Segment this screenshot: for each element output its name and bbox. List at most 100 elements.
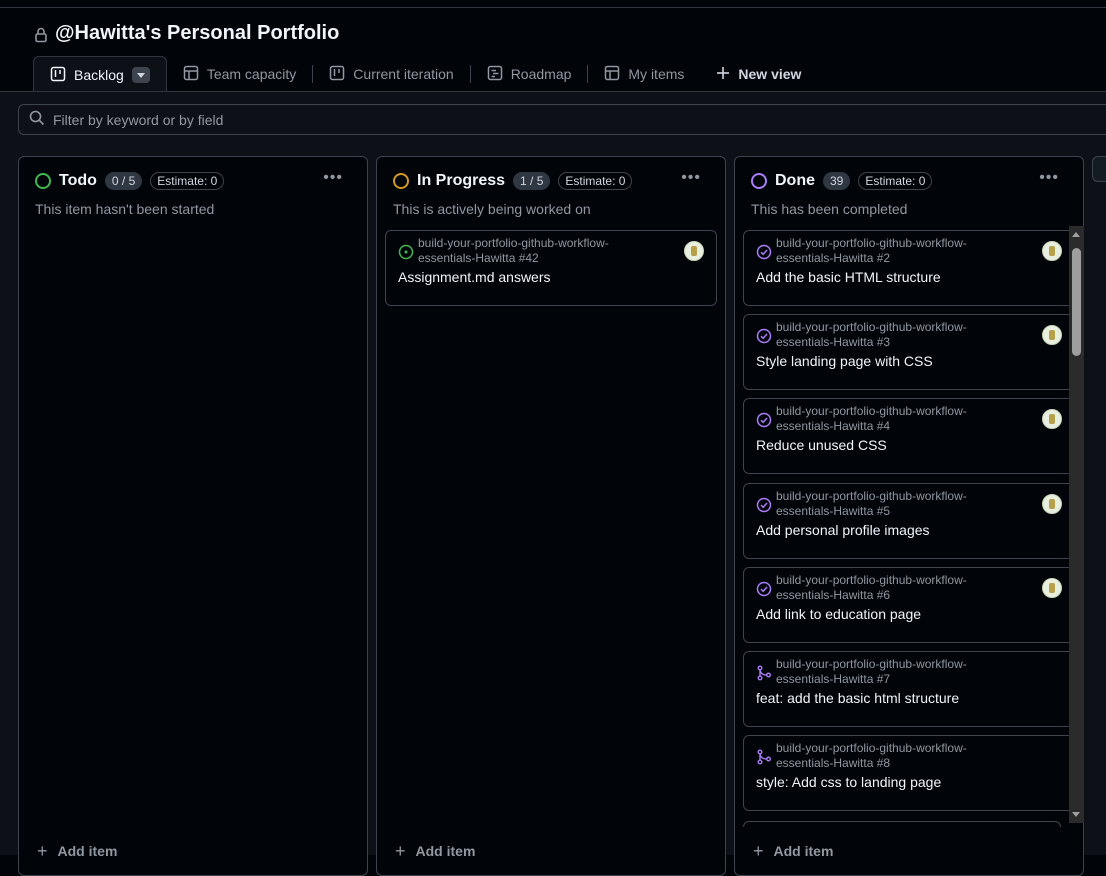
column-todo: Todo 0 / 5 Estimate: 0 ••• This item has… (18, 156, 368, 876)
add-item-button[interactable]: + Add item (37, 833, 117, 869)
closed-issue-icon (756, 328, 772, 344)
card-title[interactable]: Add personal profile images (756, 522, 930, 538)
merged-pr-icon (756, 665, 772, 681)
tab-label: Backlog (74, 67, 124, 83)
column-header: In Progress 1 / 5 Estimate: 0 (393, 172, 633, 190)
card-title[interactable]: Assignment.md answers (398, 269, 551, 285)
avatar[interactable] (684, 241, 704, 261)
item-card[interactable]: build-your-portfolio-github-workflow-ess… (743, 483, 1075, 559)
item-card[interactable]: build-your-portfolio-github-workflow-ess… (743, 651, 1075, 727)
item-card[interactable]: build-your-portfolio-github-workflow-ess… (385, 230, 717, 306)
project-title-text: @Hawitta's Personal Portfolio (55, 22, 340, 44)
tab-label: Current iteration (353, 66, 454, 82)
tab-label: My items (628, 66, 685, 82)
card-title[interactable]: Style landing page with CSS (756, 353, 933, 369)
scrollbar-thumb[interactable] (1072, 248, 1081, 356)
add-item-button[interactable]: + Add item (753, 833, 833, 869)
estimate-badge: Estimate: 0 (150, 172, 225, 190)
closed-issue-icon (756, 581, 772, 597)
card-repo: build-your-portfolio-github-workflow-ess… (776, 489, 967, 518)
board-icon (50, 66, 66, 85)
view-options-dropdown[interactable] (131, 67, 150, 83)
project-header: @Hawitta's Personal Portfolio Backlog Te… (0, 0, 1106, 93)
card-repo: build-your-portfolio-github-workflow-ess… (776, 320, 967, 349)
column-in-progress: In Progress 1 / 5 Estimate: 0 ••• This i… (376, 156, 726, 876)
board-icon (329, 65, 345, 84)
tab-backlog[interactable]: Backlog (33, 56, 167, 93)
scroll-up-icon[interactable] (1072, 232, 1080, 237)
merged-pr-icon (756, 749, 772, 765)
column-menu-icon[interactable]: ••• (681, 169, 701, 187)
tab-label: Roadmap (510, 66, 572, 82)
new-view-button[interactable]: New view (700, 56, 817, 92)
column-title: Todo (59, 172, 97, 189)
scroll-down-icon[interactable] (1072, 812, 1080, 817)
card-repo: build-your-portfolio-github-workflow-ess… (776, 573, 967, 602)
plus-icon: + (395, 840, 406, 861)
tab-label: Team capacity (206, 66, 297, 82)
item-count-badge: 0 / 5 (104, 172, 143, 190)
chevron-down-icon (136, 72, 145, 78)
card-title[interactable]: feat: add the basic html structure (756, 690, 959, 706)
project-title: @Hawitta's Personal Portfolio (35, 22, 339, 45)
tab-current-iteration[interactable]: Current iteration (313, 56, 469, 92)
item-card[interactable]: build-your-portfolio-github-workflow-ess… (743, 567, 1075, 643)
add-item-label: Add item (773, 843, 834, 859)
filter-placeholder: Filter by keyword or by field (53, 111, 224, 128)
avatar[interactable] (1042, 325, 1062, 345)
add-column-button[interactable] (1092, 156, 1106, 182)
card-repo: build-your-portfolio-github-workflow-ess… (776, 404, 967, 433)
column-title: In Progress (417, 172, 506, 189)
card-repo: build-your-portfolio-github-workflow-ess… (776, 741, 967, 770)
card-title[interactable]: Add link to education page (756, 606, 921, 622)
done-status-icon (751, 173, 767, 189)
card-repo: build-your-portfolio-github-workflow-ess… (776, 657, 967, 686)
card-title[interactable]: Reduce unused CSS (756, 437, 887, 453)
column-description: This has been completed (751, 201, 908, 217)
card-title[interactable]: Add the basic HTML structure (756, 269, 941, 285)
search-icon (29, 110, 45, 129)
view-tabs: Backlog Team capacity Current iteration … (33, 56, 817, 93)
card-repo: build-your-portfolio-github-workflow-ess… (776, 236, 967, 265)
add-item-label: Add item (57, 843, 118, 859)
filter-input[interactable]: Filter by keyword or by field (18, 104, 1106, 135)
add-item-label: Add item (415, 843, 476, 859)
column-header: Todo 0 / 5 Estimate: 0 (35, 172, 225, 190)
avatar[interactable] (1042, 241, 1062, 261)
item-card[interactable]: build-your-portfolio-github-workflow-ess… (743, 398, 1075, 474)
open-issue-icon (398, 244, 414, 260)
item-card[interactable]: build-your-portfolio-github-workflow-ess… (743, 230, 1075, 306)
card-title[interactable]: style: Add css to landing page (756, 774, 941, 790)
roadmap-icon (487, 65, 503, 84)
estimate-badge: Estimate: 0 (858, 172, 933, 190)
new-view-label: New view (738, 66, 802, 82)
todo-status-icon (35, 173, 51, 189)
column-scrollbar[interactable] (1069, 226, 1084, 823)
add-item-button[interactable]: + Add item (395, 833, 475, 869)
closed-issue-icon (756, 497, 772, 513)
tab-team-capacity[interactable]: Team capacity (167, 56, 312, 92)
item-card-partial[interactable] (743, 821, 1061, 827)
tab-roadmap[interactable]: Roadmap (471, 56, 588, 92)
plus-icon: + (753, 840, 764, 861)
column-menu-icon[interactable]: ••• (323, 169, 343, 187)
tab-my-items[interactable]: My items (588, 56, 700, 92)
item-card[interactable]: build-your-portfolio-github-workflow-ess… (743, 314, 1075, 390)
avatar[interactable] (1042, 494, 1062, 514)
column-done: Done 39 Estimate: 0 ••• This has been co… (734, 156, 1084, 876)
item-count-badge: 1 / 5 (513, 172, 551, 190)
estimate-badge: Estimate: 0 (558, 172, 633, 190)
column-menu-icon[interactable]: ••• (1039, 169, 1059, 187)
table-icon (183, 65, 199, 84)
board-area: Filter by keyword or by field Todo 0 / 5… (0, 92, 1106, 876)
avatar[interactable] (1042, 409, 1062, 429)
item-card[interactable]: build-your-portfolio-github-workflow-ess… (743, 735, 1075, 811)
in-progress-status-icon (393, 173, 409, 189)
column-title: Done (775, 172, 815, 189)
closed-issue-icon (756, 412, 772, 428)
column-description: This is actively being worked on (393, 201, 591, 217)
plus-icon (716, 66, 730, 83)
column-header: Done 39 Estimate: 0 (751, 172, 933, 190)
avatar[interactable] (1042, 578, 1062, 598)
lock-icon (35, 26, 47, 42)
